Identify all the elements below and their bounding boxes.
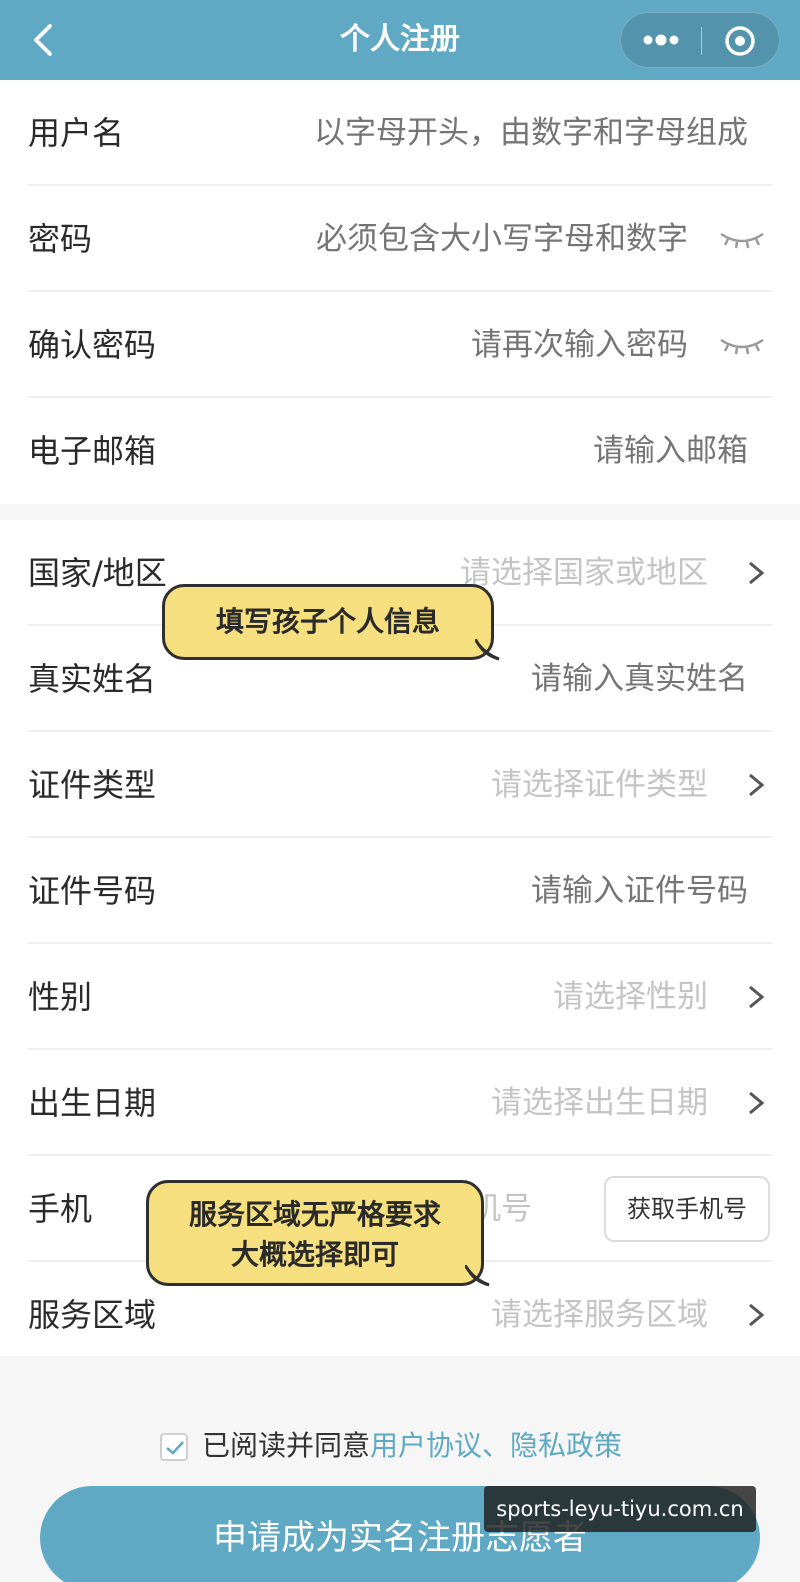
country-label: 国家/地区 [28, 554, 167, 592]
gender-label: 性别 [28, 978, 93, 1016]
birthdate-row[interactable]: 出生日期 请选择出生日期 [0, 1050, 800, 1156]
account-section: 用户名 密码 确认密码 电子邮箱 [0, 80, 800, 504]
chevron-right-icon [749, 773, 765, 797]
annotation-text: 大概选择即可 [230, 1238, 399, 1271]
birthdate-select[interactable]: 请选择出生日期 [491, 1050, 708, 1156]
mini-program-capsule [620, 12, 780, 68]
annotation-bubble: 服务区域无严格要求 大概选择即可 [146, 1180, 490, 1287]
watermark: sports-leyu-tiyu.com.cn [484, 1486, 756, 1532]
eye-closed-icon[interactable] [718, 226, 766, 252]
chevron-right-icon [749, 985, 765, 1009]
id-type-select[interactable]: 请选择证件类型 [491, 732, 708, 838]
phone-label: 手机 [28, 1190, 93, 1228]
confirm-password-input[interactable] [288, 292, 688, 398]
confirm-password-label: 确认密码 [28, 326, 157, 364]
eye-closed-icon[interactable] [718, 332, 766, 358]
bubble-tail [475, 639, 500, 661]
username-input[interactable] [228, 80, 748, 186]
chevron-right-icon [749, 1303, 765, 1327]
service-area-select[interactable]: 请选择服务区域 [491, 1262, 708, 1368]
password-label: 密码 [28, 220, 93, 258]
annotation-text: 填写孩子个人信息 [215, 605, 440, 638]
annotation-text: 服务区域无严格要求 [188, 1198, 441, 1231]
chevron-right-icon [749, 1091, 765, 1115]
more-button[interactable] [621, 13, 701, 69]
service-area-label: 服务区域 [28, 1296, 157, 1334]
gender-row[interactable]: 性别 请选择性别 [0, 944, 800, 1050]
id-type-row[interactable]: 证件类型 请选择证件类型 [0, 732, 800, 838]
email-row: 电子邮箱 [0, 398, 800, 504]
birthdate-label: 出生日期 [28, 1084, 157, 1122]
password-input[interactable] [228, 186, 688, 292]
check-icon [166, 1441, 184, 1455]
agreement-text: 已阅读并同意 [202, 1429, 371, 1462]
chevron-right-icon [749, 561, 765, 585]
id-number-label: 证件号码 [28, 872, 157, 910]
country-select[interactable]: 请选择国家或地区 [460, 520, 708, 626]
agreement-checkbox[interactable] [160, 1433, 188, 1461]
target-close-icon [725, 26, 755, 56]
real-name-label: 真实姓名 [28, 660, 157, 698]
id-number-input[interactable] [348, 838, 748, 944]
nav-bar: 个人注册 [0, 0, 800, 80]
confirm-password-row: 确认密码 [0, 292, 800, 398]
agreement-row: 已阅读并同意用户协议、隐私政策 [160, 1426, 622, 1466]
annotation-bubble: 填写孩子个人信息 [162, 584, 500, 661]
agreement-links[interactable]: 用户协议、隐私政策 [370, 1429, 622, 1462]
email-label: 电子邮箱 [28, 432, 157, 470]
get-phone-button[interactable]: 获取手机号 [604, 1176, 770, 1242]
username-row: 用户名 [0, 80, 800, 186]
password-row: 密码 [0, 186, 800, 292]
id-number-row: 证件号码 [0, 838, 800, 944]
email-input[interactable] [348, 398, 748, 504]
username-label: 用户名 [28, 114, 125, 152]
close-button[interactable] [701, 13, 781, 69]
gender-select[interactable]: 请选择性别 [553, 944, 708, 1050]
bubble-tail [465, 1265, 490, 1287]
more-dots-icon [643, 34, 679, 46]
id-type-label: 证件类型 [28, 766, 157, 804]
